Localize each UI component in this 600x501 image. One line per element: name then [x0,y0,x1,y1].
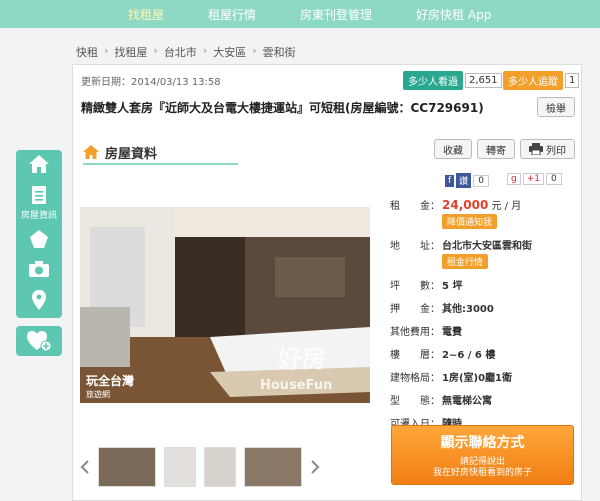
section-header: 房屋資料 [83,141,238,165]
room-photo: 好房 HouseFun 玩全台灣 旅遊網 [80,207,370,403]
favorite-add-button[interactable] [16,326,62,356]
google-plus-icon: g [507,173,521,185]
facebook-like[interactable]: f 讚 0 [445,173,489,188]
listing-panel: 更新日期：2014/03/13 13:58 多少人看過 2,651 多少人追蹤 … [72,64,582,501]
print-label: 列印 [546,145,566,157]
rent-market-button[interactable]: 租金行情 [442,254,489,269]
breadcrumb-item[interactable]: 台北市 [164,44,197,60]
contact-hint: 請記得說出 我在好房快租看到的房子 [392,457,573,479]
breadcrumb-item[interactable]: 找租屋 [114,44,147,60]
nav-item-rental-market[interactable]: 租屋行情 [208,6,256,23]
fee-value: 電費 [442,327,462,338]
photo-watermark: 好房 [277,345,326,373]
layout-value: 1房(室)0廳1衛 [442,373,513,384]
thumbnail-strip [80,445,380,489]
chevron-right-icon[interactable] [310,460,320,474]
breadcrumb: 快租 › 找租屋 › 台北市 › 大安區 › 雲和街 [76,44,296,60]
follow-label: 多少人追蹤 [503,71,563,90]
facebook-like-count: 0 [473,174,489,187]
house-info-button[interactable]: 房屋資訊 [21,185,57,221]
update-date: 更新日期：2014/03/13 13:58 [81,77,221,88]
floor-key: 樓 層： [390,350,440,361]
house-info-label: 房屋資訊 [20,211,57,221]
section-title: 房屋資料 [105,146,158,162]
printer-icon [529,143,543,155]
collect-button[interactable]: 收藏 [434,139,472,159]
thumbnail-3[interactable] [204,447,236,487]
breadcrumb-item[interactable]: 大安區 [213,44,246,60]
rent-value: 24,000 [442,198,489,212]
type-key: 型 態： [390,396,440,407]
chevron-left-icon[interactable] [80,460,90,474]
rent-key: 租 金： [390,201,440,212]
type-value: 無電梯公寓 [442,396,492,407]
area-key: 坪 數： [390,281,440,292]
floor-row: 樓 層： 2~6 / 6 樓 [390,346,580,361]
thumbnail-1[interactable] [98,447,156,487]
breadcrumb-separator: › [252,44,257,57]
show-contact-label: 顯示聯絡方式 [440,435,525,451]
views-count: 2,651 [465,73,502,88]
camera-icon[interactable] [28,260,50,281]
rent-row: 租 金： 24,000 元 / 月 降價通知我 [390,197,580,229]
top-nav: 找租屋 租屋行情 房東刊登管理 好房快租 App [0,0,600,28]
photo-watermark-sub: HouseFun [260,378,332,393]
contact-hint-line1: 請記得說出 [459,457,505,467]
area-value: 5 坪 [442,281,463,292]
listing-details: 租 金： 24,000 元 / 月 降價通知我 地 址： 台北市大安區雲和街 租… [390,197,580,438]
google-plus-label: +1 [522,173,544,185]
thumbnail-2[interactable] [164,447,196,487]
nav-item-app[interactable]: 好房快租 App [416,6,491,23]
views-counter: 多少人看過 2,651 [403,71,502,90]
listing-title: 精緻雙人套房『近師大及台電大樓捷運站』可短租(房屋編號：CC729691) [81,101,484,115]
views-label: 多少人看過 [403,71,463,90]
thumbnail-4[interactable] [244,447,302,487]
home-icon [83,145,99,159]
contact-hint-line2: 我在好房快租看到的房子 [432,468,532,478]
breadcrumb-item[interactable]: 雲和街 [263,44,296,60]
show-contact-button[interactable]: 顯示聯絡方式 請記得說出 我在好房快租看到的房子 [391,425,574,485]
fee-row: 其他費用： 電費 [390,323,580,338]
breadcrumb-separator: › [104,44,109,57]
google-plus[interactable]: g +1 0 [507,173,562,185]
follow-count: 1 [565,73,580,88]
facebook-like-label: 讚 [456,173,472,188]
follow-counter: 多少人追蹤 1 [503,71,580,90]
breadcrumb-item[interactable]: 快租 [76,44,98,60]
floor-value: 2~6 / 6 樓 [442,350,496,361]
print-button[interactable]: 列印 [520,139,575,159]
deposit-row: 押 金： 其他:3000 [390,300,580,315]
deposit-value: 其他:3000 [442,304,494,315]
photo-logo: 玩全台灣 [86,373,134,388]
price-alert-button[interactable]: 降價通知我 [442,214,498,229]
heart-plus-icon [27,331,52,352]
forward-button[interactable]: 轉寄 [477,139,515,159]
side-toolbar: 房屋資訊 [16,150,62,318]
nav-item-landlord-manage[interactable]: 房東刊登管理 [300,6,372,23]
home-icon[interactable] [28,154,50,177]
layout-row: 建物格局： 1房(室)0廳1衛 [390,369,580,384]
rent-value-wrap: 24,000 元 / 月 降價通知我 [442,197,521,229]
type-row: 型 態： 無電梯公寓 [390,392,580,407]
rent-unit: 元 / 月 [491,201,522,212]
area-row: 坪 數： 5 坪 [390,277,580,292]
deposit-key: 押 金： [390,304,440,315]
breadcrumb-separator: › [202,44,208,57]
nav-item-find-rental[interactable]: 找租屋 [128,6,164,23]
address-value: 台北市大安區雲和街 [442,241,532,252]
listing-photo[interactable]: 好房 HouseFun 玩全台灣 旅遊網 [80,207,370,403]
layout-key: 建物格局： [390,373,440,384]
breadcrumb-separator: › [153,44,158,57]
address-key: 地 址： [390,241,440,252]
photo-logo-sub: 旅遊網 [86,389,110,399]
map-pin-icon[interactable] [31,289,47,314]
pentagon-icon[interactable] [29,229,49,252]
google-plus-count: 0 [546,173,562,185]
address-value-wrap: 台北市大安區雲和街 租金行情 [442,237,532,269]
report-button[interactable]: 檢舉 [537,97,575,117]
fee-key: 其他費用： [390,327,440,338]
facebook-icon: f [445,174,455,187]
address-row: 地 址： 台北市大安區雲和街 租金行情 [390,237,580,269]
